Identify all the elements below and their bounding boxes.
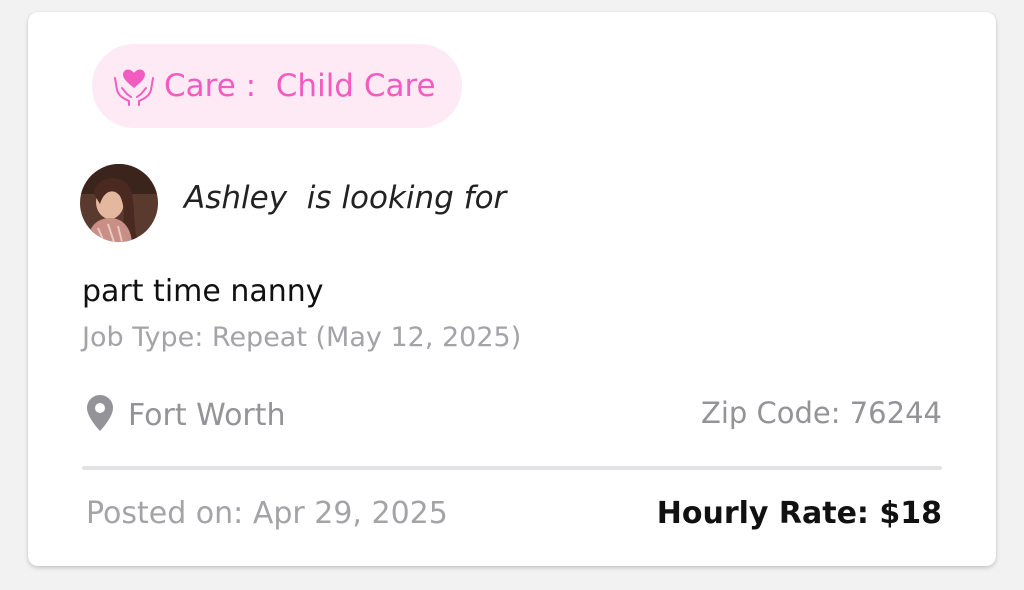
care-category-label: Care : Child Care [164,68,436,104]
location-city: Fort Worth [128,397,286,433]
heart-hands-icon [112,64,156,108]
divider [82,466,942,470]
poster-name[interactable]: Ashley [184,180,287,216]
job-title[interactable]: part time nanny [82,274,324,309]
job-type: Job Type: Repeat (May 12, 2025) [82,322,522,353]
care-category-tag[interactable]: Care : Child Care [92,44,462,128]
avatar[interactable] [80,164,158,242]
location: Fort Worth [86,394,286,436]
location-pin-icon [86,394,114,436]
posted-date: Posted on: Apr 29, 2025 [86,496,448,531]
poster-action-text: is looking for [287,180,507,216]
zip-code: Zip Code: 76244 [700,396,942,430]
job-card[interactable]: Care : Child Care Ashley is looking for … [28,12,996,566]
poster-line: Ashley is looking for [184,180,506,216]
hourly-rate: Hourly Rate: $18 [656,496,942,531]
